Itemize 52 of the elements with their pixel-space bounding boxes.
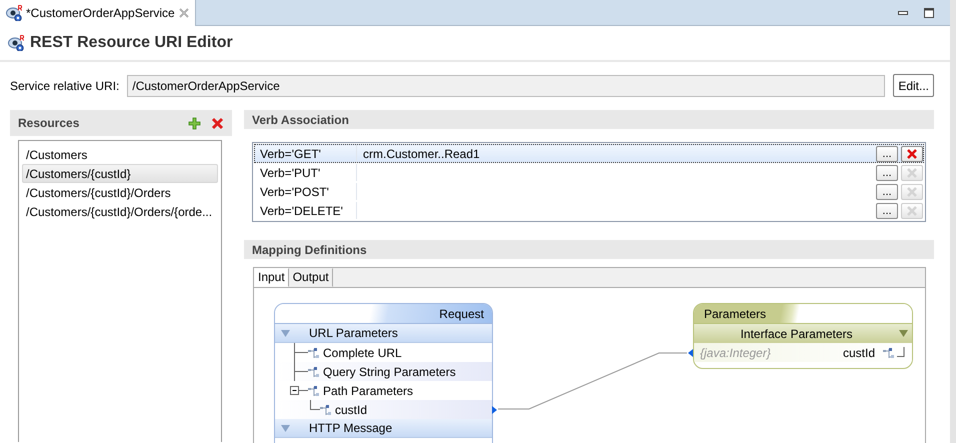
section-title: Mapping Definitions — [252, 242, 367, 258]
tree-item[interactable]: Complete URL — [323, 344, 402, 362]
delete-icon — [907, 186, 917, 196]
verb-cell[interactable]: Verb='GET' — [255, 145, 357, 162]
element-icon — [308, 366, 319, 376]
element-icon — [308, 386, 319, 396]
tree-item[interactable]: Path Parameters — [323, 382, 414, 400]
browse-button[interactable]: ... — [876, 164, 898, 180]
delete-icon — [907, 206, 917, 216]
resource-item[interactable]: /Customers — [22, 145, 218, 164]
resource-item[interactable]: /Customers/{custId}/Orders/{orde... — [22, 202, 218, 221]
resource-item[interactable]: /Customers/{custId}/Orders — [22, 183, 218, 202]
delete-button[interactable] — [901, 146, 923, 162]
add-icon[interactable] — [188, 116, 201, 130]
collapse-icon[interactable] — [281, 330, 290, 336]
browse-button[interactable]: ... — [876, 184, 898, 200]
close-icon[interactable] — [178, 8, 189, 18]
node-title: Parameters — [704, 306, 766, 322]
section-title: Resources — [18, 115, 80, 132]
service-icon — [6, 5, 22, 21]
delete-icon[interactable] — [211, 116, 224, 130]
delete-icon — [907, 148, 917, 158]
resource-item[interactable]: /Customers/{custId} — [22, 164, 218, 183]
delete-icon — [907, 168, 917, 178]
minimize-icon[interactable] — [898, 10, 908, 16]
operation-cell[interactable]: crm.Customer..Read1 — [363, 146, 480, 160]
tab[interactable]: Input — [254, 268, 289, 287]
field-label: Service relative URI: — [10, 78, 120, 94]
tab[interactable]: Output — [288, 268, 333, 287]
type-label: {java:Integer} — [700, 344, 772, 362]
uri-field[interactable]: /CustomerOrderAppService — [127, 74, 886, 96]
edit-button[interactable]: Edit... — [893, 74, 934, 97]
page-title: REST Resource URI Editor — [30, 33, 233, 54]
parameter-name[interactable]: custId — [842, 344, 875, 362]
element-icon — [883, 348, 894, 358]
node-title: Request — [439, 306, 484, 322]
verb-cell[interactable]: Verb='POST' — [255, 183, 357, 200]
maximize-icon[interactable] — [924, 8, 934, 18]
tree-item[interactable]: custId — [335, 400, 368, 418]
editor-tab[interactable]: *CustomerOrderAppService — [0, 0, 196, 26]
element-icon — [308, 348, 319, 358]
column-header: Interface Parameters — [739, 326, 854, 342]
collapse-icon[interactable] — [899, 330, 908, 337]
browse-button[interactable]: ... — [876, 146, 898, 162]
service-icon — [8, 35, 24, 52]
verb-cell[interactable]: Verb='DELETE' — [255, 202, 357, 219]
browse-button[interactable]: ... — [876, 202, 898, 218]
collapse-icon[interactable] — [281, 424, 290, 432]
tree-line — [310, 400, 320, 410]
section-title: Verb Association — [252, 112, 349, 128]
element-icon — [320, 404, 331, 414]
verb-cell[interactable]: Verb='PUT' — [255, 164, 357, 181]
